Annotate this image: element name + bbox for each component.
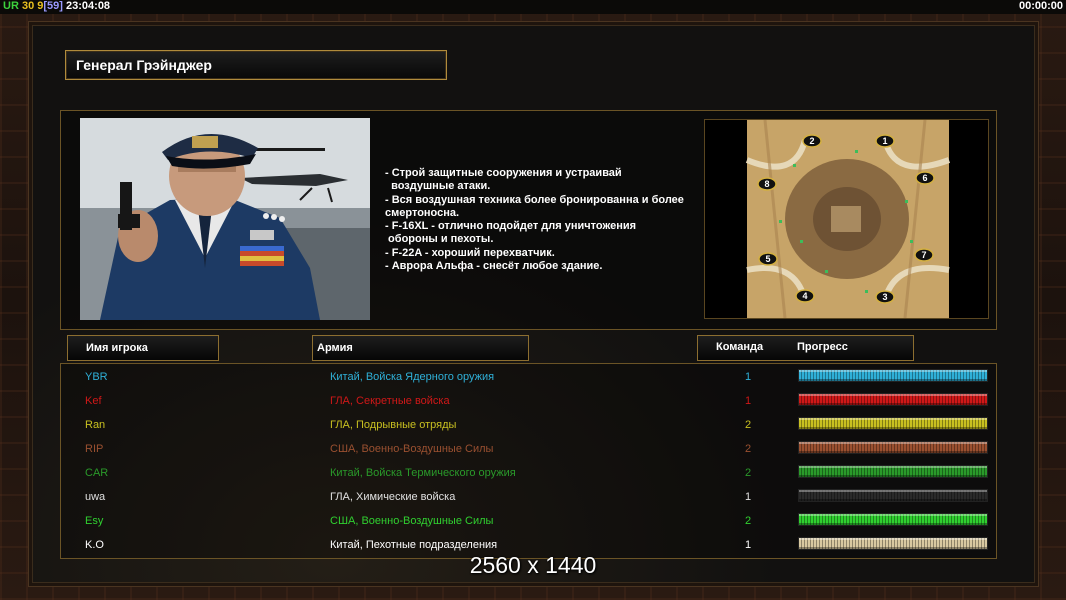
- description-line: - F-22A - хороший перехватчик.: [385, 246, 555, 259]
- player-name: Ran: [85, 419, 106, 431]
- header-player-name: Имя игрока: [67, 335, 219, 361]
- svg-text:2: 2: [809, 136, 814, 146]
- player-name: YBR: [85, 371, 108, 383]
- map-preview-image: 2 1 8 6 5 7 4 3: [705, 120, 988, 318]
- player-team: 2: [745, 419, 752, 431]
- player-name: uwa: [85, 491, 106, 503]
- general-portrait-image: [80, 118, 370, 320]
- clock: 23:04:08: [66, 0, 111, 12]
- svg-text:1: 1: [882, 136, 887, 146]
- stat-1: 30: [21, 0, 35, 12]
- description-line: - F-16XL - отлично подойдет для уничтоже…: [385, 220, 637, 233]
- description-line: смертоносна.: [385, 206, 460, 219]
- player-army: ГЛА, Химические войска: [330, 491, 456, 503]
- player-army: Китай, Пехотные подразделения: [330, 539, 498, 551]
- start-position-6: 6: [915, 171, 935, 185]
- progress-fill: [799, 538, 987, 549]
- player-name: CAR: [85, 467, 109, 479]
- player-row: Esy США, Военно-Воздушные Силы 2: [0, 510, 1066, 534]
- svg-text:4: 4: [802, 291, 807, 301]
- header-army: Армия: [312, 335, 529, 361]
- player-row: CAR Китай, Войска Термического оружия 2: [0, 462, 1066, 486]
- description-line: воздушные атаки.: [385, 180, 491, 193]
- description-line: - Строй защитные сооружения и устраивай: [385, 167, 622, 179]
- player-army: Китай, Войска Ядерного оружия: [330, 371, 495, 383]
- progress-fill: [799, 394, 987, 405]
- player-army: США, Военно-Воздушные Силы: [330, 443, 494, 455]
- player-team: 1: [745, 395, 752, 407]
- player-progress-bar: [798, 441, 988, 454]
- svg-text:8: 8: [764, 179, 769, 189]
- player-army: ГЛА, Подрывные отряды: [330, 419, 457, 431]
- player-team: 2: [745, 515, 752, 527]
- header-progress: Прогресс: [797, 341, 848, 353]
- start-position-4: 4: [795, 289, 815, 303]
- player-name: K.O: [85, 539, 104, 551]
- stat-bracket: [59]: [43, 0, 63, 12]
- player-team: 1: [745, 371, 752, 383]
- player-row: RIP США, Военно-Воздушные Силы 2: [0, 438, 1066, 462]
- progress-fill: [799, 442, 987, 453]
- progress-fill: [799, 466, 987, 477]
- general-title: Генерал Грэйнджер: [65, 50, 447, 80]
- svg-text:6: 6: [922, 173, 927, 183]
- start-position-8: 8: [757, 177, 777, 191]
- game-timer: 00:00:00: [1018, 0, 1063, 12]
- player-progress-bar: [798, 537, 988, 550]
- progress-fill: [799, 490, 987, 501]
- general-portrait: [80, 118, 370, 320]
- svg-text:7: 7: [921, 250, 926, 260]
- header-team: Команда: [716, 341, 764, 353]
- progress-fill: [799, 418, 987, 429]
- general-description: - Строй защитные сооружения и устраивай …: [385, 167, 705, 273]
- player-progress-bar: [798, 369, 988, 382]
- status-bar: UR 30 9[59] 23:04:08 00:00:00: [0, 0, 1066, 14]
- player-row: YBR Китай, Войска Ядерного оружия 1: [0, 366, 1066, 390]
- start-position-5: 5: [758, 252, 778, 266]
- start-position-1: 1: [875, 134, 895, 148]
- start-position-3: 3: [875, 290, 895, 304]
- player-progress-bar: [798, 489, 988, 502]
- player-name: RIP: [85, 443, 104, 455]
- progress-fill: [799, 370, 987, 381]
- description-line: обороны и пехоты.: [385, 233, 494, 246]
- player-progress-bar: [798, 393, 988, 406]
- player-progress-bar: [798, 417, 988, 430]
- player-army: Китай, Войска Термического оружия: [330, 467, 516, 479]
- map-preview: 2 1 8 6 5 7 4 3: [704, 119, 989, 319]
- player-name: Esy: [85, 515, 104, 527]
- player-army: ГЛА, Секретные войска: [330, 395, 450, 407]
- ur-label: UR: [3, 0, 19, 12]
- description-line: - Вся воздушная техника более бронирован…: [385, 193, 684, 206]
- player-army: США, Военно-Воздушные Силы: [330, 515, 494, 527]
- player-team: 2: [745, 443, 752, 455]
- start-position-7: 7: [914, 248, 934, 262]
- player-row: Kef ГЛА, Секретные войска 1: [0, 390, 1066, 414]
- player-progress-bar: [798, 513, 988, 526]
- resolution-overlay: 2560 x 1440: [469, 552, 597, 578]
- status-left: UR 30 9[59] 23:04:08: [3, 0, 110, 13]
- player-team: 2: [745, 467, 752, 479]
- start-position-2: 2: [802, 134, 822, 148]
- player-name: Kef: [85, 395, 102, 407]
- progress-fill: [799, 514, 987, 525]
- player-team: 1: [745, 491, 752, 503]
- player-team: 1: [745, 539, 752, 551]
- player-row: uwa ГЛА, Химические войска 1: [0, 486, 1066, 510]
- player-progress-bar: [798, 465, 988, 478]
- svg-text:3: 3: [882, 292, 887, 302]
- player-row: Ran ГЛА, Подрывные отряды 2: [0, 414, 1066, 438]
- description-line: - Аврора Альфа - снесёт любое здание.: [385, 260, 603, 273]
- svg-text:5: 5: [765, 254, 770, 264]
